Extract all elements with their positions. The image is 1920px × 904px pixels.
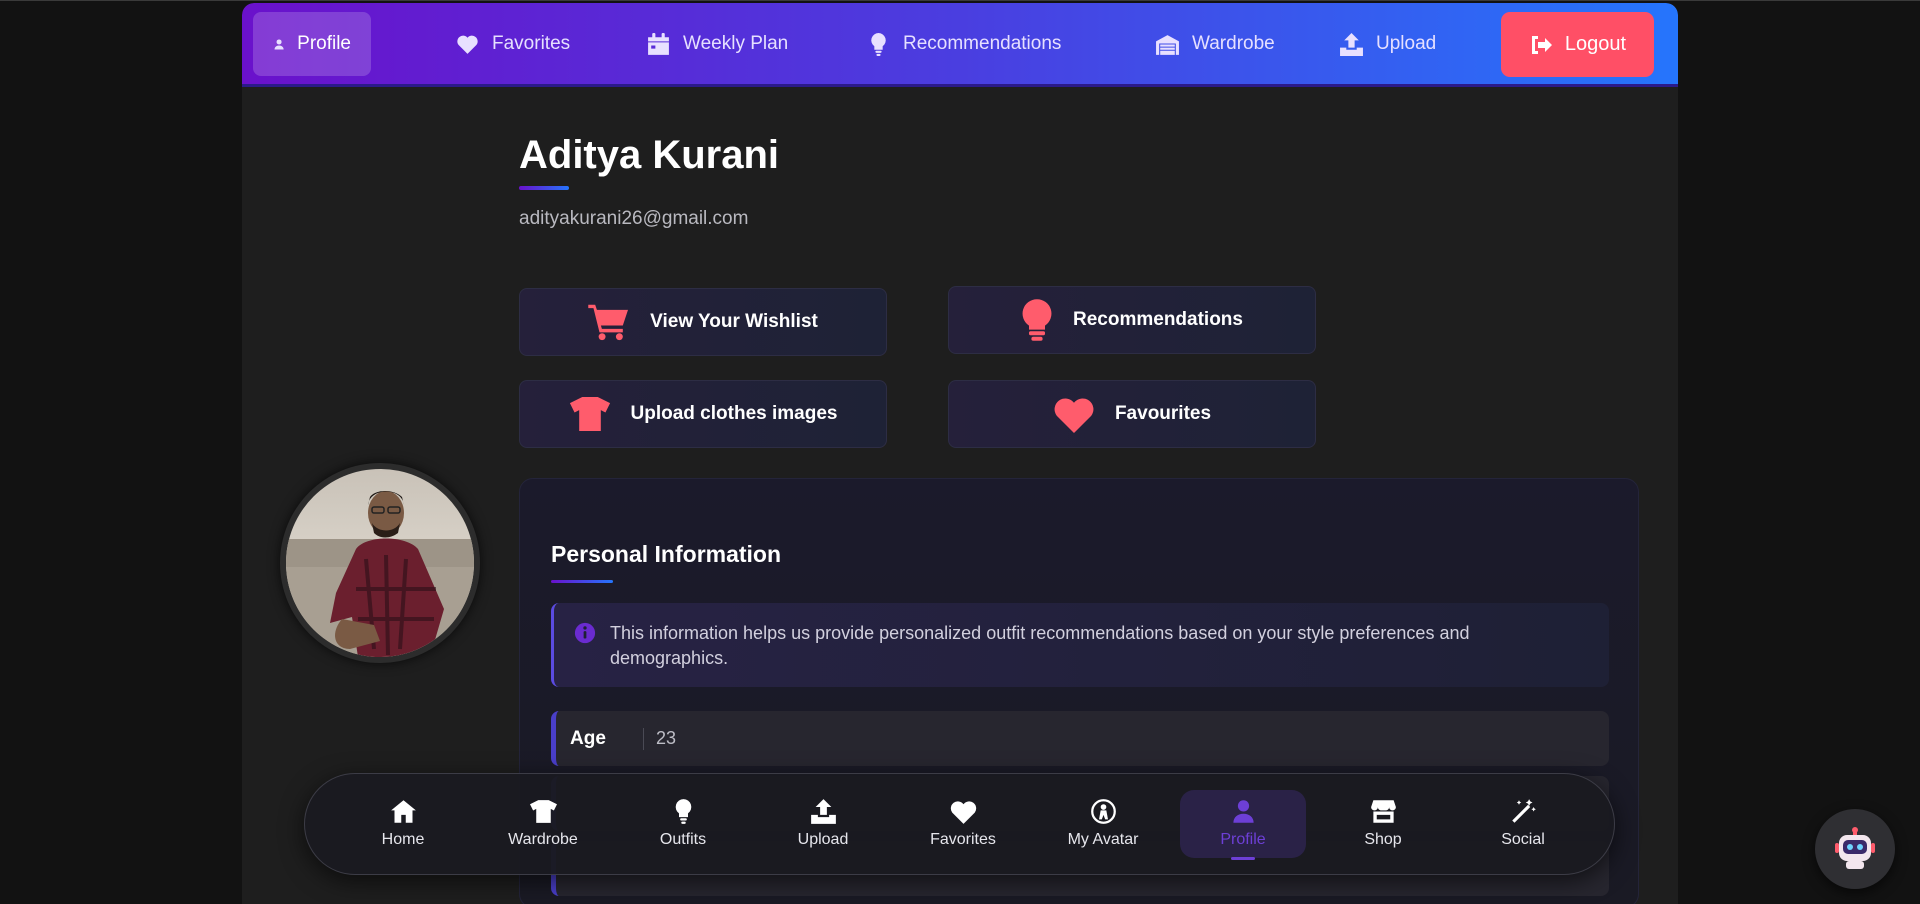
- nav-item-upload[interactable]: Upload: [1319, 12, 1456, 76]
- user-icon: [274, 38, 284, 50]
- section-title: Personal Information: [551, 541, 782, 567]
- nav-item-recommendations[interactable]: Recommendations: [846, 12, 1081, 76]
- active-indicator: [1231, 857, 1255, 860]
- nav-item-label: Recommendations: [903, 33, 1062, 54]
- field-label: Age: [556, 727, 644, 750]
- bottom-nav-upload[interactable]: Upload: [760, 790, 886, 858]
- action-label: Recommendations: [1073, 309, 1243, 330]
- robot-icon: [1835, 827, 1875, 869]
- bottom-nav-outfits[interactable]: Outfits: [620, 790, 746, 858]
- profile-name: Aditya Kurani: [519, 133, 780, 177]
- bottom-nav-label: Outfits: [659, 831, 707, 848]
- logout-label: Logout: [1564, 33, 1627, 55]
- app-container: Profile Favorites Weekly Plan Recommenda…: [242, 3, 1678, 904]
- section-underline: [551, 580, 613, 583]
- field-age: Age 23: [551, 711, 1609, 766]
- bottom-nav-favorites[interactable]: Favorites: [900, 790, 1026, 858]
- nav-item-profile[interactable]: Profile: [253, 12, 371, 76]
- cart-icon: [588, 304, 629, 341]
- bottom-nav-label: Shop: [1364, 831, 1402, 848]
- home-icon: [390, 800, 416, 823]
- bottom-nav-label: Profile: [1220, 831, 1266, 848]
- action-label: Favourites: [1114, 403, 1212, 424]
- info-notice: This information helps us provide person…: [551, 603, 1609, 687]
- lightbulb-icon: [871, 32, 886, 56]
- nav-item-label: Profile: [297, 33, 351, 54]
- upload-clothes-button[interactable]: Upload clothes images: [519, 380, 887, 448]
- user-icon: [1232, 800, 1254, 823]
- bottom-nav-label: Home: [381, 831, 425, 848]
- favourites-button[interactable]: Favourites: [948, 380, 1316, 448]
- store-icon: [1370, 800, 1396, 823]
- nav-item-weekly-plan[interactable]: Weekly Plan: [626, 12, 808, 76]
- nav-item-label: Weekly Plan: [683, 33, 789, 54]
- profile-email: adityakurani26@gmail.com: [519, 208, 749, 229]
- wardrobe-icon: [1156, 34, 1179, 55]
- bottom-nav-wardrobe[interactable]: Wardrobe: [480, 790, 606, 858]
- upload-icon: [1340, 32, 1363, 56]
- view-wishlist-button[interactable]: View Your Wishlist: [519, 288, 887, 356]
- top-navbar: Profile Favorites Weekly Plan Recommenda…: [242, 3, 1678, 87]
- nav-item-wardrobe[interactable]: Wardrobe: [1135, 12, 1295, 76]
- sign-out-icon: [1531, 35, 1552, 54]
- window-top-border: [0, 0, 1920, 1]
- chatbot-button[interactable]: [1815, 809, 1895, 889]
- notice-text: This information helps us provide person…: [610, 623, 1470, 668]
- action-label: Upload clothes images: [630, 403, 838, 424]
- bottom-nav-shop[interactable]: Shop: [1320, 790, 1446, 858]
- avatar-icon: [1090, 799, 1116, 824]
- heart-icon: [1054, 398, 1094, 433]
- bottom-nav-label: My Avatar: [1067, 831, 1139, 848]
- field-value[interactable]: 23: [644, 728, 676, 749]
- magic-wand-icon: [1511, 799, 1536, 823]
- bottom-nav-label: Wardrobe: [508, 831, 578, 848]
- action-label: View Your Wishlist: [650, 311, 818, 332]
- recommendations-button[interactable]: Recommendations: [948, 286, 1316, 354]
- bottom-nav-my-avatar[interactable]: My Avatar: [1040, 790, 1166, 858]
- bottom-nav-social[interactable]: Social: [1460, 790, 1586, 858]
- bottom-nav-home[interactable]: Home: [340, 790, 466, 858]
- tshirt-icon: [529, 800, 557, 823]
- info-icon: [574, 622, 596, 644]
- bottom-nav-label: Social: [1501, 831, 1545, 848]
- avatar-photo: [286, 469, 474, 657]
- bottom-nav-profile[interactable]: Profile: [1180, 790, 1306, 860]
- nav-item-favorites[interactable]: Favorites: [435, 12, 590, 76]
- profile-avatar[interactable]: [280, 463, 480, 663]
- lightbulb-icon: [675, 799, 691, 824]
- nav-item-label: Upload: [1376, 33, 1437, 54]
- nav-item-label: Favorites: [492, 33, 571, 54]
- lightbulb-icon: [1022, 299, 1052, 341]
- bottom-navbar: Home Wardrobe Outfits Upload Favorites M…: [304, 773, 1615, 875]
- upload-icon: [810, 799, 836, 824]
- tshirt-icon: [569, 397, 610, 431]
- logout-button[interactable]: Logout: [1501, 12, 1654, 77]
- heart-icon: [950, 801, 976, 824]
- name-underline: [519, 186, 569, 190]
- calendar-icon: [648, 32, 669, 55]
- nav-item-label: Wardrobe: [1192, 33, 1275, 54]
- heart-icon: [457, 35, 478, 54]
- bottom-nav-label: Favorites: [930, 831, 996, 848]
- bottom-nav-label: Upload: [797, 831, 849, 848]
